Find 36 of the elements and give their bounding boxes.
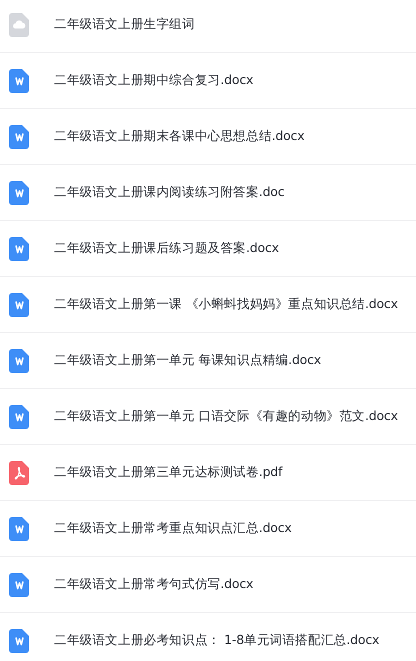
file-row[interactable]: 二年级语文上册生字组词	[0, 0, 416, 53]
file-name: 二年级语文上册第一单元 每课知识点精编.docx	[54, 351, 321, 370]
file-name: 二年级语文上册常考句式仿写.docx	[54, 575, 254, 594]
cloud-file-icon	[9, 12, 29, 36]
file-name: 二年级语文上册课内阅读练习附答案.doc	[54, 183, 284, 202]
word-file-icon	[9, 572, 29, 596]
word-file-icon	[9, 124, 29, 148]
file-row[interactable]: 二年级语文上册第三单元达标测试卷.pdf	[0, 445, 416, 501]
file-row[interactable]: 二年级语文上册必考知识点： 1-8单元词语搭配汇总.docx	[0, 613, 416, 661]
word-file-icon	[9, 236, 29, 260]
file-name: 二年级语文上册期末各课中心思想总结.docx	[54, 127, 304, 146]
file-name: 二年级语文上册生字组词	[54, 15, 195, 34]
word-file-icon	[9, 516, 29, 540]
file-name: 二年级语文上册期中综合复习.docx	[54, 71, 254, 90]
file-name: 二年级语文上册课后练习题及答案.docx	[54, 239, 279, 258]
file-row[interactable]: 二年级语文上册第一单元 每课知识点精编.docx	[0, 333, 416, 389]
pdf-file-icon	[9, 460, 29, 484]
word-file-icon	[9, 348, 29, 372]
word-file-icon	[9, 404, 29, 428]
file-row[interactable]: 二年级语文上册第一单元 口语交际《有趣的动物》范文.docx	[0, 389, 416, 445]
file-name: 二年级语文上册第一单元 口语交际《有趣的动物》范文.docx	[54, 407, 398, 426]
file-name: 二年级语文上册第一课 《小蝌蚪找妈妈》重点知识总结.docx	[54, 295, 398, 314]
word-file-icon	[9, 180, 29, 204]
file-row[interactable]: 二年级语文上册课内阅读练习附答案.doc	[0, 165, 416, 221]
file-row[interactable]: 二年级语文上册第一课 《小蝌蚪找妈妈》重点知识总结.docx	[0, 277, 416, 333]
file-name: 二年级语文上册常考重点知识点汇总.docx	[54, 519, 292, 538]
file-row[interactable]: 二年级语文上册课后练习题及答案.docx	[0, 221, 416, 277]
file-row[interactable]: 二年级语文上册常考重点知识点汇总.docx	[0, 501, 416, 557]
word-file-icon	[9, 628, 29, 652]
file-name: 二年级语文上册必考知识点： 1-8单元词语搭配汇总.docx	[54, 631, 380, 650]
file-name: 二年级语文上册第三单元达标测试卷.pdf	[54, 463, 282, 482]
word-file-icon	[9, 68, 29, 92]
file-row[interactable]: 二年级语文上册期末各课中心思想总结.docx	[0, 109, 416, 165]
file-row[interactable]: 二年级语文上册常考句式仿写.docx	[0, 557, 416, 613]
file-row[interactable]: 二年级语文上册期中综合复习.docx	[0, 53, 416, 109]
word-file-icon	[9, 292, 29, 316]
